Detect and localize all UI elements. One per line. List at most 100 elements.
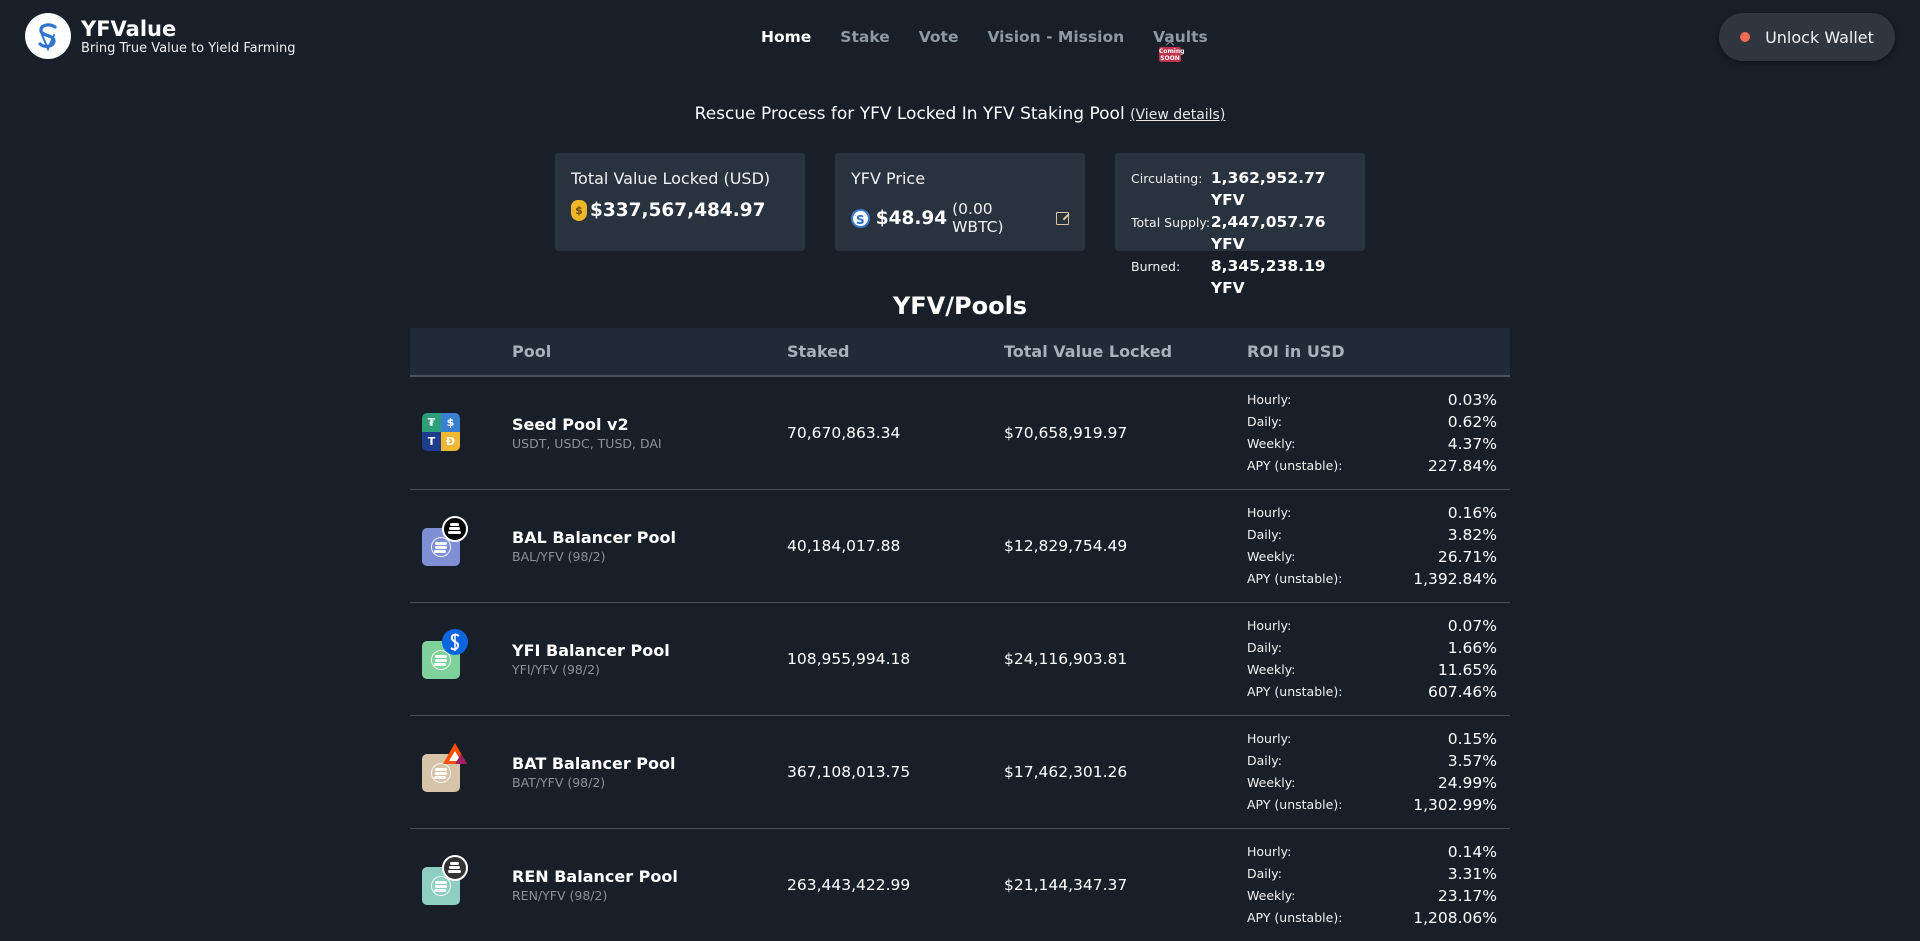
roi-daily-label: Daily: [1247, 866, 1282, 881]
roi-hourly-label: Hourly: [1247, 618, 1292, 633]
supply-row-total: Total Supply: 2,447,057.76 YFV [1131, 211, 1349, 255]
header-tvl: Total Value Locked [1004, 342, 1173, 361]
yfv-price-wbtc: (0.00 WBTC) [952, 200, 1004, 236]
pool-staked: 40,184,017.88 [787, 537, 901, 555]
unlock-wallet-button[interactable]: Unlock Wallet [1719, 13, 1895, 61]
roi-daily-label: Daily: [1247, 640, 1282, 655]
roi-weekly-label: Weekly: [1247, 436, 1296, 451]
view-details-link[interactable]: (View details) [1130, 107, 1225, 123]
roi-hourly: 0.03% [1447, 391, 1497, 409]
roi-apy: 1,208.06% [1413, 909, 1497, 927]
roi-hourly: 0.14% [1447, 843, 1497, 861]
table-row[interactable]: YFI Balancer Pool YFI/YFV (98/2) 108,955… [410, 603, 1510, 716]
table-row[interactable]: BAT Balancer Pool BAT/YFV (98/2) 367,108… [410, 716, 1510, 829]
roi-apy: 607.46% [1428, 683, 1497, 701]
roi-weekly: 26.71% [1437, 548, 1497, 566]
pool-tokens: USDT, USDC, TUSD, DAI [512, 436, 662, 451]
yfv-coin-icon: S [851, 208, 870, 228]
roi-apy: 1,392.84% [1413, 570, 1497, 588]
supply-label: Circulating: [1131, 171, 1203, 186]
pool-tvl: $70,658,919.97 [1004, 424, 1128, 442]
bal-token-badge-icon [442, 516, 468, 542]
roi-daily-label: Daily: [1247, 527, 1282, 542]
brand-tagline: Bring True Value to Yield Farming [81, 40, 296, 56]
roi-weekly: 4.37% [1447, 435, 1497, 453]
roi-hourly: 0.15% [1447, 730, 1497, 748]
main-nav: Home Stake Vote Vision - Mission Vaults [761, 28, 1237, 46]
pool-staked: 367,108,013.75 [787, 763, 911, 781]
pool-name: REN Balancer Pool [512, 867, 678, 886]
nav-vision-mission[interactable]: Vision - Mission [987, 28, 1124, 46]
coming-soon-badge: Coming SOON [1159, 47, 1185, 62]
header-pool: Pool [512, 342, 552, 361]
bat-icon [422, 743, 467, 792]
pool-tokens: BAL/YFV (98/2) [512, 549, 606, 564]
roi-weekly: 24.99% [1437, 774, 1497, 792]
tvl-card-title: Total Value Locked (USD) [571, 169, 771, 188]
pool-tokens: REN/YFV (98/2) [512, 888, 608, 903]
unlock-wallet-label: Unlock Wallet [1765, 27, 1874, 47]
roi-weekly-label: Weekly: [1247, 662, 1296, 677]
roi-apy: 1,302.99% [1413, 796, 1497, 814]
pool-tvl: $17,462,301.26 [1004, 763, 1128, 781]
token-icon: ₮ [422, 413, 441, 432]
roi-daily: 3.82% [1447, 526, 1497, 544]
pool-staked: 263,443,422.99 [787, 876, 911, 894]
yfi-token-badge-icon [442, 629, 468, 655]
supply-value: 1,362,952.77 YFV [1210, 169, 1326, 209]
ren-token-badge-icon [442, 855, 468, 881]
roi-apy-label: APY (unstable): [1247, 797, 1343, 812]
pools-table: Pool Staked Total Value Locked ROI in US… [410, 328, 1510, 941]
token-icon: T [422, 432, 441, 451]
pool-tokens: BAT/YFV (98/2) [512, 775, 606, 790]
bal-icon [422, 516, 468, 566]
table-row[interactable]: ₮ $ T Đ Seed Pool v2 USDT, USDC, TUSD, DAI … [410, 377, 1510, 490]
brand-name: YFValue [81, 16, 177, 41]
rescue-notice: Rescue Process for YFV Locked In YFV Sta… [0, 104, 1920, 124]
pool-name: BAL Balancer Pool [512, 528, 676, 547]
brand[interactable]: YFValue Bring True Value to Yield Farmin… [25, 13, 295, 59]
roi-apy: 227.84% [1428, 457, 1497, 475]
table-row[interactable]: REN Balancer Pool REN/YFV (98/2) 263,443… [410, 829, 1510, 941]
roi-daily-label: Daily: [1247, 753, 1282, 768]
nav-vaults[interactable]: Vaults [1153, 28, 1208, 46]
pool-roi: Hourly: 0.03% Daily: 0.62% Weekly: 4.37% AP… [1247, 389, 1497, 477]
roi-weekly-label: Weekly: [1247, 549, 1296, 564]
yfi-icon [422, 629, 468, 679]
pool-roi: Hourly: 0.16% Daily: 3.82% Weekly: 26.71% A… [1247, 502, 1497, 590]
roi-weekly-label: Weekly: [1247, 888, 1296, 903]
header-roi: ROI in USD [1247, 342, 1345, 361]
pool-tvl: $12,829,754.49 [1004, 537, 1128, 555]
external-link-icon[interactable] [1056, 211, 1069, 225]
table-row[interactable]: BAL Balancer Pool BAL/YFV (98/2) 40,184,… [410, 490, 1510, 603]
pool-tvl: $21,144,347.37 [1004, 876, 1128, 894]
roi-weekly: 11.65% [1437, 661, 1497, 679]
roi-daily: 3.31% [1447, 865, 1497, 883]
roi-weekly: 23.17% [1437, 887, 1497, 905]
nav-stake[interactable]: Stake [840, 28, 889, 46]
tvl-card: Total Value Locked (USD) $ $337,567,484.… [555, 153, 805, 251]
roi-daily: 1.66% [1447, 639, 1497, 657]
supply-row-circulating: Circulating: 1,362,952.77 YFV [1131, 167, 1349, 211]
roi-apy-label: APY (unstable): [1247, 684, 1343, 699]
pool-name: BAT Balancer Pool [512, 754, 676, 773]
money-bag-icon: $ [571, 200, 587, 221]
roi-daily-label: Daily: [1247, 414, 1282, 429]
supply-label: Burned: [1131, 259, 1181, 274]
pool-name: YFI Balancer Pool [512, 641, 670, 660]
supply-value: 2,447,057.76 YFV [1210, 213, 1326, 253]
nav-vote[interactable]: Vote [919, 28, 959, 46]
roi-hourly: 0.07% [1447, 617, 1497, 635]
seed-token-grid: ₮ $ T Đ [422, 413, 460, 451]
roi-hourly: 0.16% [1447, 504, 1497, 522]
nav-home[interactable]: Home [761, 28, 811, 46]
ren-icon [422, 855, 468, 905]
supply-card: Circulating: 1,362,952.77 YFV Total Supp… [1115, 153, 1365, 297]
token-icon: Đ [441, 432, 460, 451]
pool-name: Seed Pool v2 [512, 415, 629, 434]
pool-tvl: $24,116,903.81 [1004, 650, 1128, 668]
pools-title: YFV/Pools [892, 292, 1028, 320]
roi-apy-label: APY (unstable): [1247, 571, 1343, 586]
roi-daily: 3.57% [1447, 752, 1497, 770]
roi-hourly-label: Hourly: [1247, 844, 1292, 859]
